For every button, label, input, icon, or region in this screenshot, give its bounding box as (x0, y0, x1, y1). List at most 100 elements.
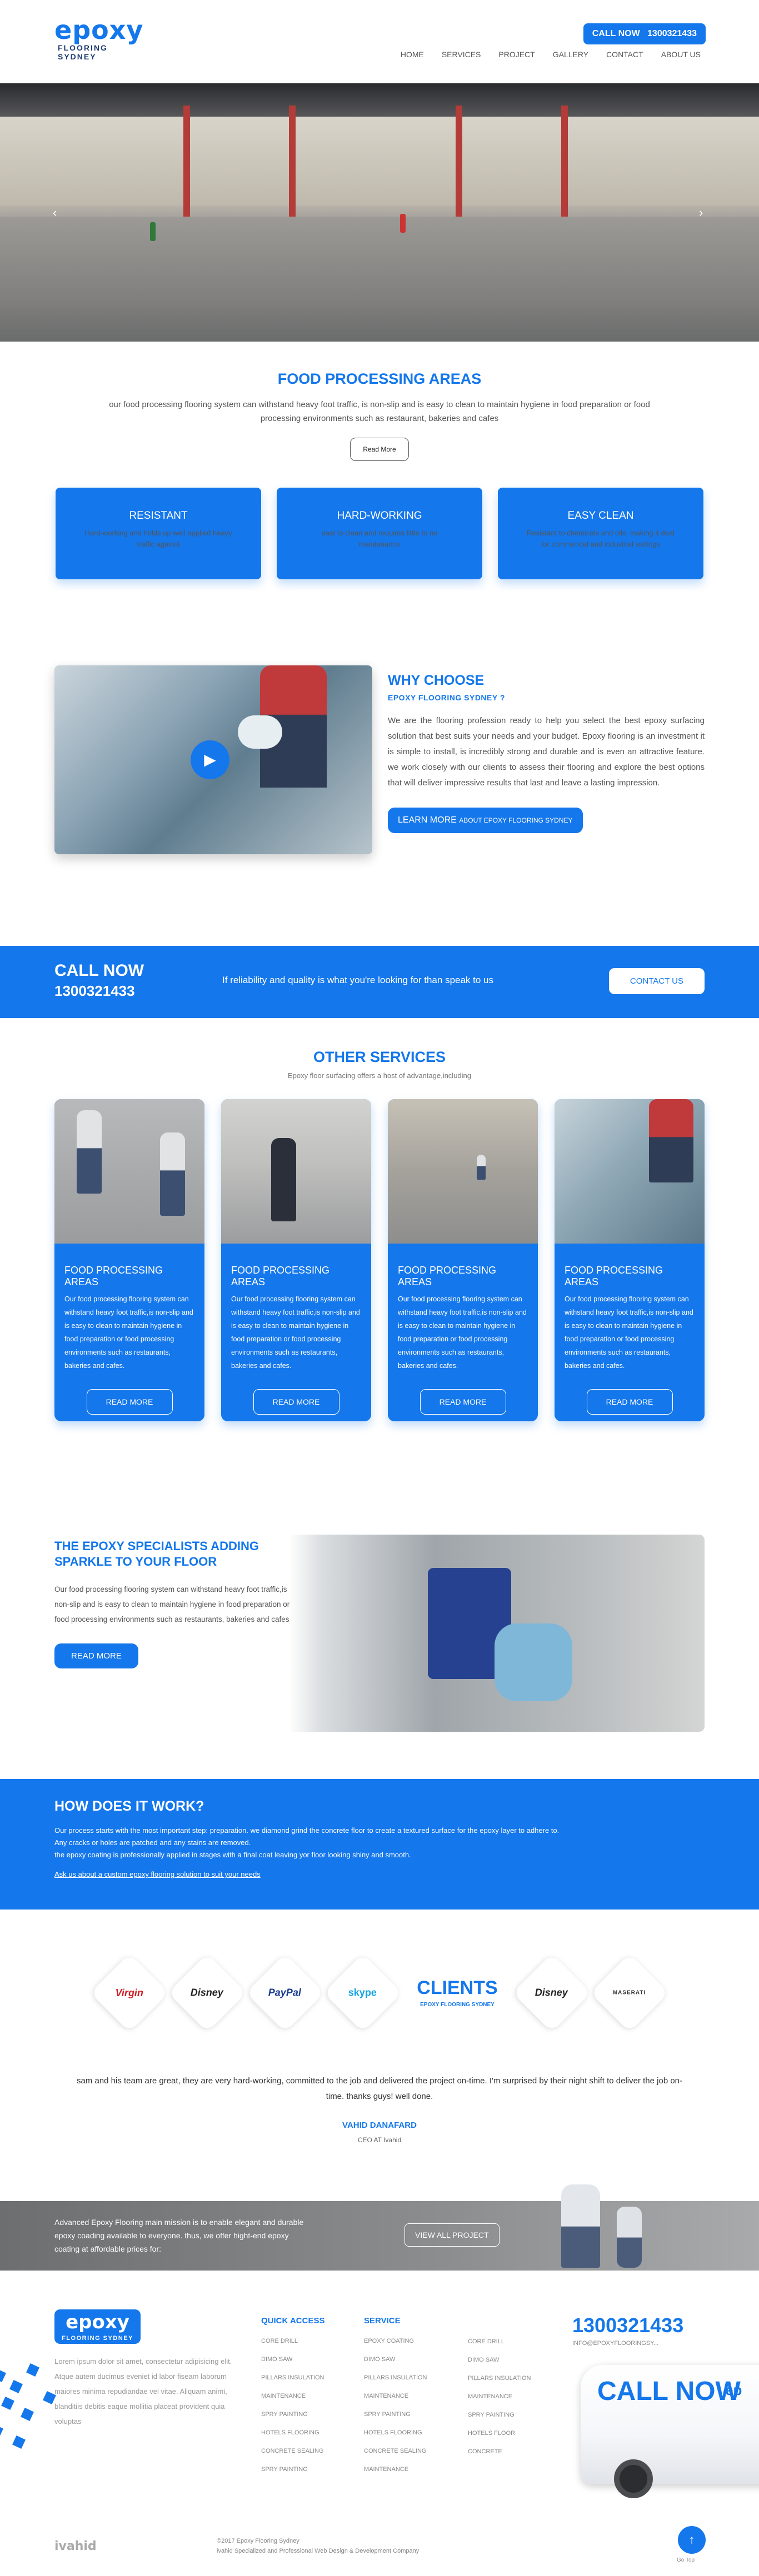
van-wheel (614, 2459, 653, 2498)
footer-link[interactable]: HOTELS FLOORING (364, 2424, 427, 2442)
slider-prev-icon[interactable]: ‹ (53, 206, 57, 220)
footer-link[interactable]: DIMO SAW (468, 2351, 531, 2369)
service-read-more-button[interactable]: READ MORE (420, 1389, 506, 1415)
play-icon[interactable]: ▶ (191, 740, 229, 779)
band-phone-number: 1300321433 (54, 983, 135, 999)
services-title: OTHER SERVICES (313, 1049, 446, 1065)
footer-link[interactable]: CORE DRILL (261, 2332, 324, 2351)
custom-solution-link[interactable]: Ask us about a custom epoxy flooring sol… (54, 1870, 705, 1878)
testimonial-name: VAHID DANAFARD (342, 2121, 417, 2130)
footer-van-image: CALL NOW ep (581, 2365, 759, 2498)
learn-more-label: LEARN MORE (398, 815, 457, 825)
site-header: epoxy FLOORING SYDNEY CALL NOW 130032143… (0, 0, 759, 83)
service-card-title: FOOD PROCESSING AREAS (565, 1265, 663, 1287)
view-all-project-button[interactable]: VIEW ALL PROJECT (405, 2223, 500, 2247)
nav-contact[interactable]: CONTACT (606, 50, 643, 59)
footer-link[interactable]: DIMO SAW (364, 2351, 427, 2369)
tile-shape (12, 2435, 26, 2449)
clients-heading: CLIENTS EPOXY FLOORING SYDNEY (413, 1977, 502, 2009)
footer-link[interactable]: SPRY PAINTING (364, 2405, 427, 2424)
footer-about-text: Lorem ipsum dolor sit amet, consectetur … (54, 2357, 232, 2425)
video-image-bucket (238, 715, 282, 749)
clients-title: CLIENTS (417, 1977, 498, 1998)
clients-section: Virgin Disney PayPal skype CLIENTS EPOXY… (0, 1910, 759, 2201)
how-line-3: the epoxy coating is professionally appl… (54, 1851, 411, 1859)
hero-image-beam (183, 106, 190, 217)
footer-link[interactable]: PILLARS INSULATION (261, 2369, 324, 2387)
footer-link[interactable]: CONCRETE SEALING (364, 2442, 427, 2460)
why-text-block: WHY CHOOSE EPOXY FLOORING SYDNEY ? We ar… (388, 673, 705, 833)
call-now-label: CALL NOW (592, 29, 640, 38)
logo-subtitle: FLOORING SYDNEY (58, 43, 108, 61)
footer-link[interactable]: HOTELS FLOOR (468, 2424, 531, 2443)
footer-logo-wordmark: epoxy (66, 2311, 129, 2333)
nav-project[interactable]: PROJECT (498, 50, 535, 59)
service-card-image (388, 1099, 538, 1244)
feature-title: HARD-WORKING (337, 510, 422, 522)
tile-shape (21, 2408, 34, 2421)
tile-shape (0, 2424, 3, 2438)
feature-text: east to clean and requires little to no … (321, 529, 438, 548)
footer-link[interactable]: MAINTENANCE (364, 2460, 427, 2479)
mission-text: Advanced Epoxy Flooring main mission is … (54, 2218, 304, 2253)
specialists-text: Our food processing flooring system can … (54, 1585, 290, 1623)
hero-image-worker (150, 222, 156, 241)
footer-link[interactable]: EPOXY COATING (364, 2332, 427, 2351)
hero-image-wall (0, 117, 759, 206)
footer-link[interactable]: CONCRETE SEALING (261, 2442, 324, 2460)
specialists-read-more-button[interactable]: READ MORE (54, 1643, 138, 1668)
other-services-section: OTHER SERVICES Epoxy floor surfacing off… (0, 1018, 759, 1515)
learn-more-sublabel: ABOUT EPOXY FLOORING SYDNEY (459, 816, 573, 824)
clients-subtitle: EPOXY FLOORING SYDNEY (420, 2001, 495, 2008)
footer-phone[interactable]: 1300321433 (572, 2314, 683, 2337)
nav-home[interactable]: HOME (401, 50, 424, 59)
specialists-text-block: THE EPOXY SPECIALISTS ADDING SPARKLE TO … (54, 1538, 293, 1668)
image-worker-figure (271, 1138, 296, 1221)
maserati-logo-text: MASERATI (613, 1989, 646, 1996)
footer-link[interactable]: SPRY PAINTING (468, 2406, 531, 2424)
call-now-button[interactable]: CALL NOW 1300321433 (583, 23, 706, 44)
band-call-label: CALL NOW (54, 961, 144, 980)
footer-link[interactable]: DIMO SAW (261, 2351, 324, 2369)
mission-band: Advanced Epoxy Flooring main mission is … (0, 2184, 759, 2271)
site-logo[interactable]: epoxy FLOORING SYDNEY (54, 17, 146, 61)
service-card-text: Our food processing flooring system can … (565, 1295, 693, 1370)
service-read-more-button[interactable]: READ MORE (586, 1389, 673, 1415)
nav-services[interactable]: SERVICES (442, 50, 481, 59)
service-read-more-button[interactable]: READ MORE (253, 1389, 339, 1415)
footer-link[interactable]: SPRY PAINTING (261, 2460, 324, 2479)
contact-us-button[interactable]: CONTACT US (608, 968, 705, 994)
service-card-title: FOOD PROCESSING AREAS (398, 1265, 497, 1287)
feature-resistant: RESISTANT Hard-working and holds up well… (56, 488, 261, 579)
services-subtitle: Epoxy floor surfacing offers a host of a… (287, 1071, 472, 1080)
hero-image-floor (0, 217, 759, 342)
footer-link[interactable]: PILLARS INSULATION (468, 2369, 531, 2388)
footer-brand-logo[interactable]: ivahid (54, 2539, 97, 2553)
why-video-thumbnail[interactable]: ▶ (54, 665, 372, 854)
testimonial-quote: sam and his team are great, they are ver… (76, 2076, 683, 2101)
hero-image-roof (0, 83, 759, 117)
service-read-more-button[interactable]: READ MORE (86, 1389, 173, 1415)
footer-link[interactable]: MAINTENANCE (364, 2387, 427, 2405)
footer-link[interactable]: CORE DRILL (468, 2333, 531, 2351)
footer-link[interactable]: MAINTENANCE (261, 2387, 324, 2405)
site-footer: epoxy FLOORING SYDNEY Lorem ipsum dolor … (0, 2271, 759, 2576)
footer-link[interactable]: SPRY PAINTING (261, 2405, 324, 2424)
footer-logo[interactable]: epoxy FLOORING SYDNEY (54, 2309, 141, 2344)
learn-more-button[interactable]: LEARN MORE ABOUT EPOXY FLOORING SYDNEY (388, 808, 583, 833)
band-message: If reliability and quality is what you'r… (222, 975, 494, 985)
credit-text[interactable]: ivahid Specialized and Professional Web … (217, 2546, 419, 2556)
footer-link[interactable]: HOTELS FLOORING (261, 2424, 324, 2442)
footer-link[interactable]: MAINTENANCE (468, 2388, 531, 2406)
client-logo-virgin: Virgin (90, 1953, 169, 2032)
slider-next-icon[interactable]: › (699, 206, 703, 220)
footer-email[interactable]: INFO@EPOXYFLOORINGSY... (572, 2340, 658, 2347)
hero-image-beam (456, 106, 462, 217)
footer-link[interactable]: PILLARS INSULATION (364, 2369, 427, 2387)
nav-about-us[interactable]: ABOUT US (661, 50, 701, 59)
nav-gallery[interactable]: GALLERY (553, 50, 588, 59)
read-more-button[interactable]: Read More (350, 438, 409, 461)
back-to-top-icon[interactable]: ↑ (678, 2526, 706, 2554)
hero-image-beam (561, 106, 568, 217)
footer-link[interactable]: CONCRETE (468, 2443, 531, 2461)
